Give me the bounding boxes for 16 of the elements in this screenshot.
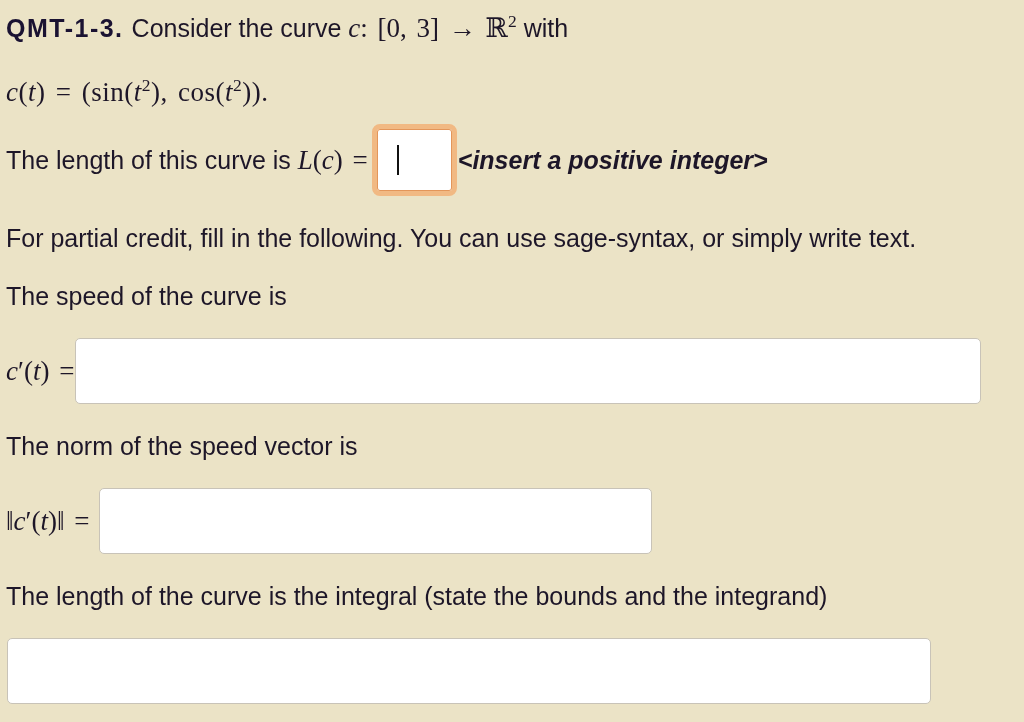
question-prompt: The norm of the speed vector is: [6, 431, 359, 462]
input-field[interactable]: [75, 338, 981, 404]
question-prompt: The speed of the curve is: [6, 281, 288, 312]
input-field[interactable]: [98, 488, 652, 554]
question-prompt: The length of the curve is the integral (state the bounds and the integrand): [6, 581, 829, 612]
input-field[interactable]: [7, 638, 931, 704]
curve-formula: c(t) = (sin(t$^{2}$), cos(t$^{2}$)).: [6, 74, 269, 109]
text-cursor-icon: [396, 145, 399, 175]
instructions: For partial credit, fill in the following. You can use sage-syntax, or simply write text.: [6, 223, 918, 254]
field-label: ‖c′(t)‖ =: [6, 505, 90, 537]
answer-hint: <insert a positive integer>: [457, 145, 768, 175]
answer-label: The length of this curve is L(c) =: [6, 144, 368, 176]
answer-field[interactable]: [371, 124, 457, 196]
field-label: c′(t) =: [6, 355, 75, 387]
question-number: QMT-1-3.: [6, 14, 124, 42]
question-statement: Consider the curve c: [0, 3] → ℝ$^{2}$ with: [131, 14, 569, 42]
